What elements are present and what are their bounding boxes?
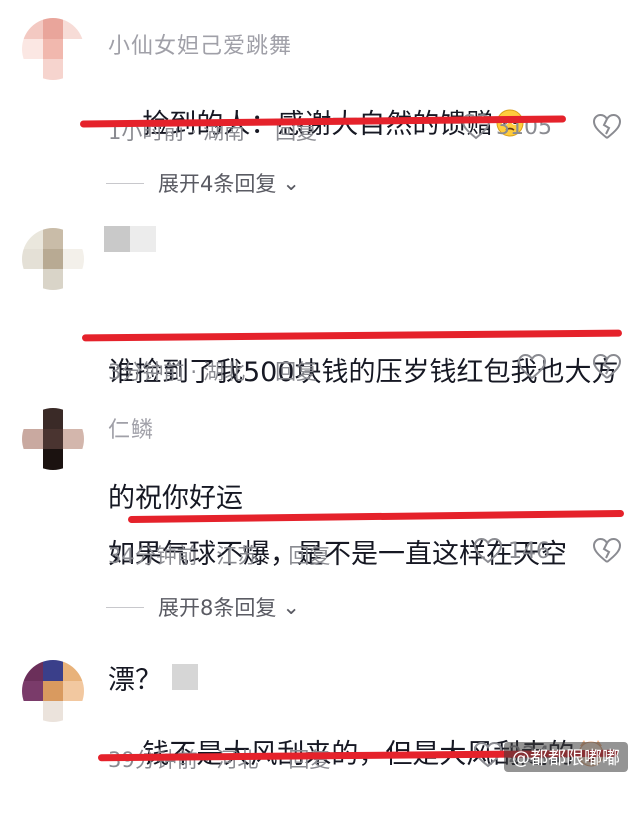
expand-label: 展开8条回复: [158, 596, 277, 620]
username[interactable]: 小仙女妲己爱跳舞: [108, 28, 292, 60]
heart-icon: [518, 354, 546, 380]
broken-heart-icon[interactable]: [593, 354, 621, 380]
comment-meta: 3分钟前 · 湖北 回复: [108, 360, 318, 384]
like-count: 146: [508, 538, 550, 564]
expand-label: 展开4条回复: [158, 172, 277, 196]
username-mosaic[interactable]: [172, 664, 198, 690]
avatar[interactable]: [22, 408, 84, 470]
username-mosaic[interactable]: [104, 226, 156, 252]
reply-button[interactable]: 回复: [275, 360, 317, 384]
comment-location: 湖北: [203, 360, 246, 384]
broken-heart-icon[interactable]: [593, 538, 621, 564]
comment-meta: 34分钟前 · 江苏 回复: [108, 544, 331, 568]
username[interactable]: 仁鳞: [108, 412, 154, 444]
expand-replies-button[interactable]: 展开4条回复 ⌄: [106, 168, 300, 198]
chevron-down-icon: ⌄: [282, 595, 300, 619]
comment-location: 江苏: [216, 544, 259, 568]
heart-icon: [474, 538, 502, 564]
watermark: @都都限嘟嘟: [504, 742, 628, 772]
like-button[interactable]: 146: [474, 538, 550, 564]
reply-button[interactable]: 回复: [288, 544, 330, 568]
comment-time: 3分钟前: [108, 360, 185, 384]
avatar[interactable]: [22, 660, 84, 722]
avatar[interactable]: [22, 18, 84, 80]
chevron-down-icon: ⌄: [282, 171, 300, 195]
expand-replies-button[interactable]: 展开8条回复 ⌄: [106, 592, 300, 622]
like-button[interactable]: [518, 354, 546, 380]
comment-time: 34分钟前: [108, 544, 198, 568]
avatar[interactable]: [22, 228, 84, 290]
watermark-text: @都都限嘟嘟: [512, 748, 620, 769]
broken-heart-icon[interactable]: [593, 114, 621, 140]
